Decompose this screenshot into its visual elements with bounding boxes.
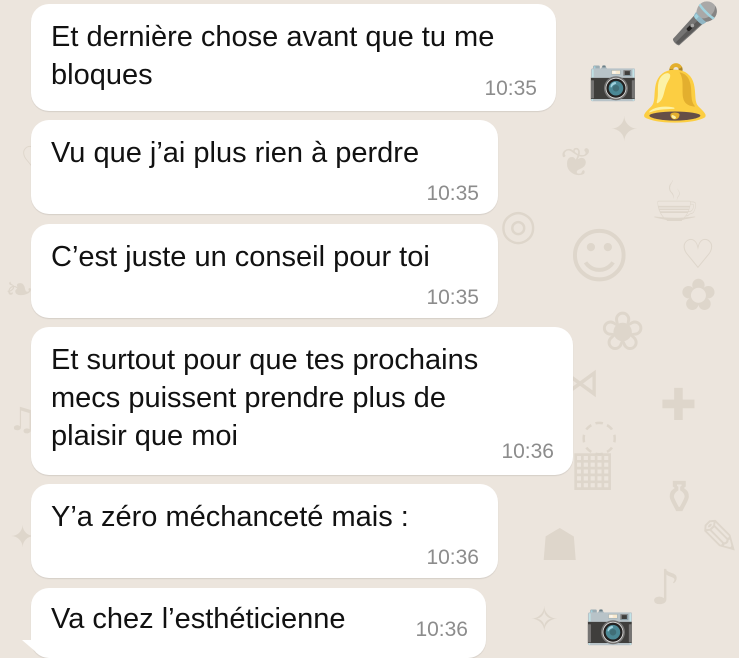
message-timestamp: 10:36 — [415, 618, 468, 641]
message-timestamp: 10:36 — [501, 440, 554, 463]
message-list: Et dernière chose avant que tu me bloque… — [0, 0, 739, 658]
message-timestamp: 10:36 — [426, 546, 479, 569]
message-text: Et surtout pour que tes prochains mecs p… — [51, 344, 479, 452]
message-text: Y’a zéro méchanceté mais : — [51, 501, 409, 533]
message-bubble[interactable]: Va chez l’esthéticienne 10:36 — [31, 588, 486, 658]
message-timestamp: 10:35 — [426, 182, 479, 205]
message-text: Vu que j’ai plus rien à perdre — [51, 137, 420, 169]
message-text: C’est juste un conseil pour toi — [51, 241, 430, 273]
message-text: Va chez l’esthéticienne — [51, 603, 346, 635]
message-bubble[interactable]: Y’a zéro méchanceté mais : 10:36 — [31, 484, 498, 578]
message-bubble[interactable]: C’est juste un conseil pour toi 10:35 — [31, 224, 498, 318]
message-tail — [22, 640, 36, 652]
message-text: Et dernière chose avant que tu me bloque… — [51, 21, 495, 91]
message-bubble[interactable]: Et surtout pour que tes prochains mecs p… — [31, 327, 573, 475]
message-timestamp: 10:35 — [484, 77, 537, 100]
message-bubble[interactable]: Et dernière chose avant que tu me bloque… — [31, 4, 556, 111]
message-bubble[interactable]: Vu que j’ai plus rien à perdre 10:35 — [31, 120, 498, 214]
message-timestamp: 10:35 — [426, 286, 479, 309]
